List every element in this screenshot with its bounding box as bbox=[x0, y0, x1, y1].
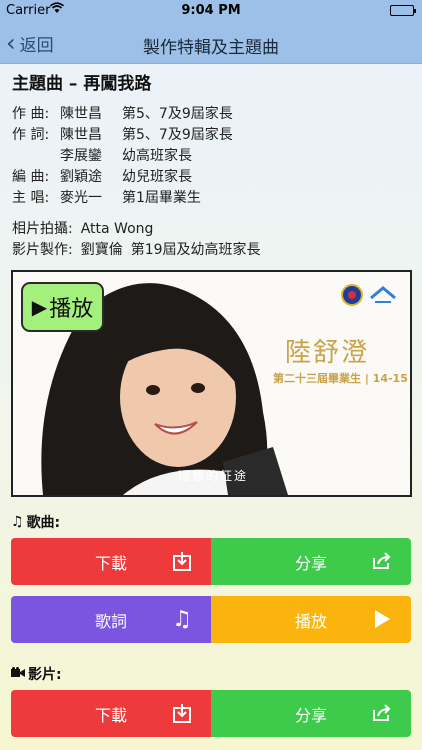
share-icon bbox=[371, 702, 393, 724]
school-logo bbox=[341, 284, 363, 306]
song-play-label: 播放 bbox=[294, 611, 327, 631]
status-bar: Carrier 9:04 PM bbox=[0, 0, 422, 22]
back-label: 返回 bbox=[19, 35, 54, 56]
back-button[interactable]: ‹ 返回 bbox=[6, 30, 54, 56]
credit-row: 李展鑾 幼高班家長 bbox=[12, 146, 412, 167]
play-icon: ▶ bbox=[31, 295, 48, 319]
credit-role: 作 曲: bbox=[12, 106, 50, 122]
photo-credit: 相片拍攝: Atta Wong bbox=[12, 219, 412, 240]
song-section-text: 歌曲: bbox=[26, 515, 61, 531]
song-title: 主題曲 – 再闖我路 bbox=[12, 74, 152, 94]
share-icon bbox=[371, 550, 393, 572]
credit-row: 作 曲: 陳世昌 第5、7及9屆家長 bbox=[12, 104, 412, 125]
credit-role: 主 唱: bbox=[12, 190, 50, 206]
film-section-text: 影片: bbox=[28, 667, 62, 683]
credit-row: 編 曲: 劉穎途 幼兒班家長 bbox=[12, 167, 412, 188]
music-note-icon: ♫ bbox=[172, 606, 192, 632]
credit-row: 作 詞: 陳世昌 第5、7及9屆家長 bbox=[12, 125, 412, 146]
battery-icon bbox=[390, 5, 416, 16]
video-student-name: 陸舒澄 bbox=[285, 338, 370, 368]
credit-desc: 第1屆畢業生 bbox=[122, 190, 201, 206]
song-section-label: ♫ 歌曲: bbox=[11, 512, 60, 532]
credit-name: 麥光一 bbox=[60, 190, 102, 206]
video-camera-icon bbox=[11, 666, 25, 682]
film-share-label: 分享 bbox=[294, 705, 327, 725]
download-icon bbox=[171, 702, 193, 724]
song-share-button[interactable]: 分享 bbox=[211, 538, 411, 585]
music-note-icon: ♫ bbox=[11, 514, 24, 530]
play-video-label: 播放 bbox=[49, 297, 94, 322]
credit-name: 劉穎途 bbox=[60, 169, 102, 185]
video-credit: 影片製作: 劉寶倫 第19屆及幼高班家長 bbox=[12, 240, 412, 261]
download-icon bbox=[171, 550, 193, 572]
clock: 9:04 PM bbox=[181, 3, 241, 18]
song-action-row-1: 下載 分享 bbox=[11, 538, 411, 585]
song-share-label: 分享 bbox=[294, 553, 327, 573]
alumni-logo bbox=[370, 286, 396, 303]
song-download-button[interactable]: 下載 bbox=[11, 538, 211, 585]
photo-credit-name: Atta Wong bbox=[80, 221, 154, 237]
photo-credit-label: 相片拍攝: bbox=[12, 221, 73, 237]
video-credit-desc: 第19屆及幼高班家長 bbox=[130, 242, 261, 258]
film-download-button[interactable]: 下載 bbox=[11, 690, 211, 737]
chevron-left-icon: ‹ bbox=[6, 29, 16, 57]
film-download-label: 下載 bbox=[94, 705, 127, 725]
video-student-grade: 第二十三屆畢業生 | 14-15 bbox=[273, 372, 408, 385]
song-info: 主題曲 – 再闖我路 作 曲: 陳世昌 第5、7及9屆家長 作 詞: 陳世昌 第… bbox=[12, 72, 412, 261]
video-thumbnail[interactable]: 陸舒澄 第二十三屆畢業生 | 14-15 理想的征途 ▶ 播放 bbox=[11, 270, 412, 497]
credit-name: 陳世昌 bbox=[60, 106, 102, 122]
lyrics-button[interactable]: 歌詞 ♫ bbox=[11, 596, 211, 643]
page-title: 製作特輯及主題曲 bbox=[143, 38, 279, 58]
song-play-button[interactable]: 播放 bbox=[211, 596, 411, 643]
video-credit-name: 劉寶倫 bbox=[80, 242, 123, 258]
film-share-button[interactable]: 分享 bbox=[211, 690, 411, 737]
credit-row: 主 唱: 麥光一 第1屆畢業生 bbox=[12, 188, 412, 209]
credit-desc: 第5、7及9屆家長 bbox=[122, 127, 233, 143]
credit-desc: 第5、7及9屆家長 bbox=[122, 106, 233, 122]
credit-role: 作 詞: bbox=[12, 127, 50, 143]
credit-role: 編 曲: bbox=[12, 169, 50, 185]
song-action-row-2: 歌詞 ♫ 播放 bbox=[11, 596, 411, 643]
song-download-label: 下載 bbox=[94, 553, 127, 573]
play-icon bbox=[371, 608, 393, 630]
video-tagline: 理想的征途 bbox=[178, 469, 249, 483]
lyrics-label: 歌詞 bbox=[94, 611, 127, 631]
credit-desc: 幼高班家長 bbox=[122, 148, 192, 164]
navigation-bar: ‹ 返回 製作特輯及主題曲 bbox=[0, 22, 422, 64]
play-video-button[interactable]: ▶ 播放 bbox=[21, 282, 104, 332]
credit-desc: 幼兒班家長 bbox=[122, 169, 192, 185]
film-action-row: 下載 分享 bbox=[11, 690, 411, 737]
film-section-label: 影片: bbox=[11, 664, 62, 684]
credit-name: 陳世昌 bbox=[60, 127, 102, 143]
credit-name: 李展鑾 bbox=[60, 148, 102, 164]
video-credit-label: 影片製作: bbox=[12, 242, 73, 258]
credit-role bbox=[12, 146, 60, 167]
